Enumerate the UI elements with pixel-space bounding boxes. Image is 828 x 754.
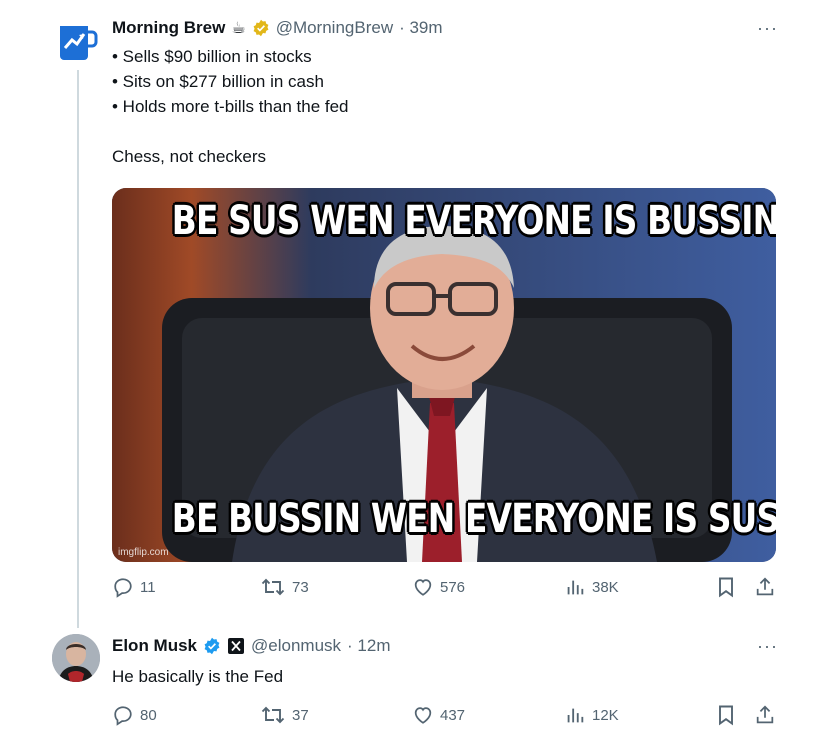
meme-top-caption: BE SUS WEN EVERYONE IS BUSSIN (171, 198, 776, 244)
author-name[interactable]: Elon Musk (112, 636, 197, 656)
like-count: 437 (440, 706, 466, 724)
reply-button[interactable]: 11 (112, 576, 156, 598)
heart-icon (414, 579, 432, 596)
tweet-body: • Sells $90 billion in stocks • Sits on … (112, 44, 349, 169)
tweet-line-1: • Sells $90 billion in stocks (112, 47, 312, 66)
author-handle[interactable]: @elonmusk (251, 636, 341, 656)
tweet-time[interactable]: · 12m (347, 636, 390, 656)
reply-count: 80 (140, 706, 157, 724)
reply-count: 11 (140, 578, 156, 596)
heart-icon (414, 707, 432, 724)
tweet-line-2: • Sits on $277 billion in cash (112, 72, 324, 91)
x-affiliate-badge-icon (228, 638, 245, 654)
tweet-time[interactable]: · 39m (399, 18, 442, 38)
verified-badge-icon (204, 637, 220, 655)
author-handle[interactable]: @MorningBrew (276, 18, 393, 38)
views-icon (567, 580, 584, 595)
tweet-morning-brew[interactable]: Morning Brew ☕ @MorningBrew · 39m ··· • … (0, 0, 828, 620)
retweet-icon (261, 578, 285, 596)
coffee-emoji-icon: ☕ (231, 20, 246, 37)
reply-button[interactable]: 80 (112, 704, 157, 726)
retweet-button[interactable]: 73 (260, 576, 309, 598)
views-button[interactable]: 38K (564, 576, 619, 598)
more-options-button[interactable]: ··· (757, 18, 778, 39)
share-button[interactable] (754, 704, 776, 726)
views-button[interactable]: 12K (564, 704, 619, 726)
meme-source-watermark: imgflip.com (118, 547, 169, 558)
meme-bottom-caption: BE BUSSIN WEN EVERYONE IS SUS (171, 496, 776, 542)
tweet-line-4: Chess, not checkers (112, 147, 267, 166)
share-icon (756, 577, 774, 596)
more-options-button[interactable]: ··· (757, 636, 778, 657)
like-button[interactable]: 576 (412, 576, 465, 598)
bookmark-icon (719, 577, 733, 598)
bookmark-button[interactable] (716, 704, 736, 726)
reply-icon (114, 706, 132, 726)
retweet-count: 37 (292, 706, 309, 724)
retweet-button[interactable]: 37 (260, 704, 309, 726)
views-icon (567, 708, 584, 723)
share-button[interactable] (754, 576, 776, 598)
bookmark-button[interactable] (716, 576, 736, 598)
author-name[interactable]: Morning Brew (112, 18, 225, 38)
tweet-media-image[interactable]: BE SUS WEN EVERYONE IS BUSSIN BE BUSSIN … (112, 188, 776, 562)
avatar-elon-musk[interactable] (52, 634, 100, 682)
avatar-morning-brew[interactable] (52, 16, 100, 64)
views-count: 38K (592, 578, 619, 596)
like-count: 576 (440, 578, 466, 596)
tweet-elon-musk[interactable]: Elon Musk @elonmusk · 12m ··· He basical… (0, 620, 828, 754)
views-count: 12K (592, 706, 619, 724)
bookmark-icon (719, 705, 733, 726)
share-icon (756, 705, 774, 724)
tweet-actions: 80 37 437 12K (112, 704, 778, 734)
retweet-icon (261, 706, 285, 724)
reply-icon (114, 578, 132, 598)
like-button[interactable]: 437 (412, 704, 465, 726)
tweet-body: He basically is the Fed (112, 667, 284, 686)
tweet-line-3: • Holds more t-bills than the fed (112, 97, 349, 116)
verified-gold-badge-icon (253, 19, 269, 37)
retweet-count: 73 (292, 578, 309, 596)
tweet-actions: 11 73 576 38K (112, 576, 778, 606)
